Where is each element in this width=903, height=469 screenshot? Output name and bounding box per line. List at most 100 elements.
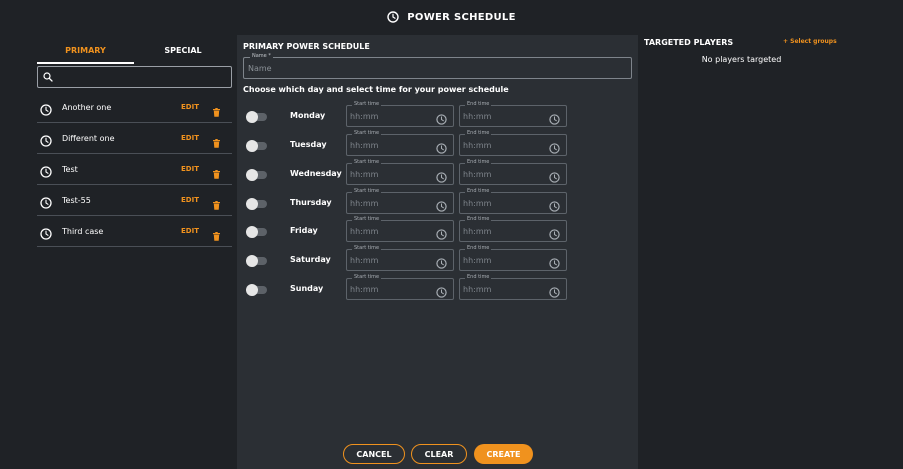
start-time-label: Start time (352, 101, 382, 107)
edit-button[interactable]: EDIT (181, 134, 199, 142)
targeted-players-title: TARGETED PLAYERS (644, 38, 734, 47)
trash-icon[interactable] (213, 195, 220, 214)
list-item[interactable]: Test-55 EDIT (37, 185, 232, 216)
cancel-button[interactable]: CANCEL (343, 444, 405, 464)
instruction-text: Choose which day and select time for you… (243, 85, 509, 94)
end-time-field[interactable]: End time (459, 245, 567, 273)
clock-icon (40, 163, 52, 182)
clock-icon[interactable] (549, 197, 560, 216)
start-time-input[interactable] (350, 254, 430, 266)
clock-icon (40, 225, 52, 244)
end-time-field[interactable]: End time (459, 159, 567, 187)
day-label: Monday (290, 111, 326, 120)
form-title: PRIMARY POWER SCHEDULE (243, 42, 370, 51)
start-time-input[interactable] (350, 283, 430, 295)
edit-button[interactable]: EDIT (181, 103, 199, 111)
tab-primary[interactable]: PRIMARY (37, 38, 134, 64)
end-time-input[interactable] (463, 197, 543, 209)
start-time-field[interactable]: Start time (346, 216, 454, 244)
clock-icon (40, 132, 52, 151)
day-toggle[interactable] (246, 198, 267, 210)
clock-icon[interactable] (549, 254, 560, 273)
list-item[interactable]: Another one EDIT (37, 92, 232, 123)
start-time-field[interactable]: Start time (346, 245, 454, 273)
end-time-input[interactable] (463, 110, 543, 122)
clock-icon[interactable] (436, 110, 447, 129)
day-toggle[interactable] (246, 140, 267, 152)
end-time-field[interactable]: End time (459, 101, 567, 129)
toggle-knob (246, 111, 258, 123)
start-time-field[interactable]: Start time (346, 188, 454, 216)
trash-icon[interactable] (213, 102, 220, 121)
day-label: Saturday (290, 255, 331, 264)
start-time-input[interactable] (350, 139, 430, 151)
end-time-label: End time (465, 216, 492, 222)
day-toggle[interactable] (246, 255, 267, 267)
end-time-field[interactable]: End time (459, 216, 567, 244)
day-label: Sunday (290, 284, 324, 293)
day-row: Friday Start time End time (237, 216, 638, 244)
select-groups-link[interactable]: + Select groups (783, 38, 837, 45)
end-time-field[interactable]: End time (459, 130, 567, 158)
end-time-label: End time (465, 188, 492, 194)
list-item[interactable]: Test EDIT (37, 154, 232, 185)
clock-icon (40, 101, 52, 120)
end-time-field[interactable]: End time (459, 188, 567, 216)
clock-icon[interactable] (549, 283, 560, 302)
schedule-form-panel: PRIMARY POWER SCHEDULE Name * Choose whi… (237, 35, 638, 469)
clock-icon[interactable] (436, 225, 447, 244)
edit-button[interactable]: EDIT (181, 165, 199, 173)
start-time-input[interactable] (350, 168, 430, 180)
day-toggle[interactable] (246, 226, 267, 238)
start-time-field[interactable]: Start time (346, 159, 454, 187)
clock-icon[interactable] (549, 168, 560, 187)
list-item[interactable]: Different one EDIT (37, 123, 232, 154)
start-time-field[interactable]: Start time (346, 274, 454, 302)
end-time-label: End time (465, 159, 492, 165)
start-time-input[interactable] (350, 110, 430, 122)
clock-icon[interactable] (436, 283, 447, 302)
trash-icon[interactable] (213, 164, 220, 183)
clear-button[interactable]: CLEAR (411, 444, 467, 464)
end-time-label: End time (465, 274, 492, 280)
toggle-knob (246, 226, 258, 238)
end-time-field[interactable]: End time (459, 274, 567, 302)
end-time-input[interactable] (463, 168, 543, 180)
start-time-label: Start time (352, 274, 382, 280)
start-time-field[interactable]: Start time (346, 130, 454, 158)
search-box[interactable] (37, 66, 232, 88)
day-toggle[interactable] (246, 284, 267, 296)
tab-special[interactable]: SPECIAL (134, 38, 232, 62)
toggle-knob (246, 169, 258, 181)
end-time-input[interactable] (463, 139, 543, 151)
clock-icon[interactable] (549, 139, 560, 158)
start-time-label: Start time (352, 216, 382, 222)
clock-icon[interactable] (436, 254, 447, 273)
day-toggle[interactable] (246, 111, 267, 123)
start-time-input[interactable] (350, 225, 430, 237)
day-row: Tuesday Start time End time (237, 130, 638, 158)
clock-icon[interactable] (549, 110, 560, 129)
clock-icon[interactable] (549, 225, 560, 244)
create-button[interactable]: CREATE (474, 444, 533, 464)
edit-button[interactable]: EDIT (181, 196, 199, 204)
day-toggle[interactable] (246, 169, 267, 181)
end-time-input[interactable] (463, 225, 543, 237)
list-item[interactable]: Third case EDIT (37, 216, 232, 247)
end-time-input[interactable] (463, 283, 543, 295)
trash-icon[interactable] (213, 226, 220, 245)
schedule-list: Another one EDIT Different one EDIT Test EDIT… (37, 92, 232, 247)
start-time-field[interactable]: Start time (346, 101, 454, 129)
name-input[interactable] (248, 62, 618, 74)
start-time-input[interactable] (350, 197, 430, 209)
clock-icon[interactable] (436, 197, 447, 216)
end-time-input[interactable] (463, 254, 543, 266)
name-field-label: Name * (250, 53, 273, 59)
name-field[interactable]: Name * (243, 53, 632, 79)
trash-icon[interactable] (213, 133, 220, 152)
start-time-label: Start time (352, 188, 382, 194)
end-time-label: End time (465, 101, 492, 107)
clock-icon[interactable] (436, 168, 447, 187)
clock-icon[interactable] (436, 139, 447, 158)
edit-button[interactable]: EDIT (181, 227, 199, 235)
